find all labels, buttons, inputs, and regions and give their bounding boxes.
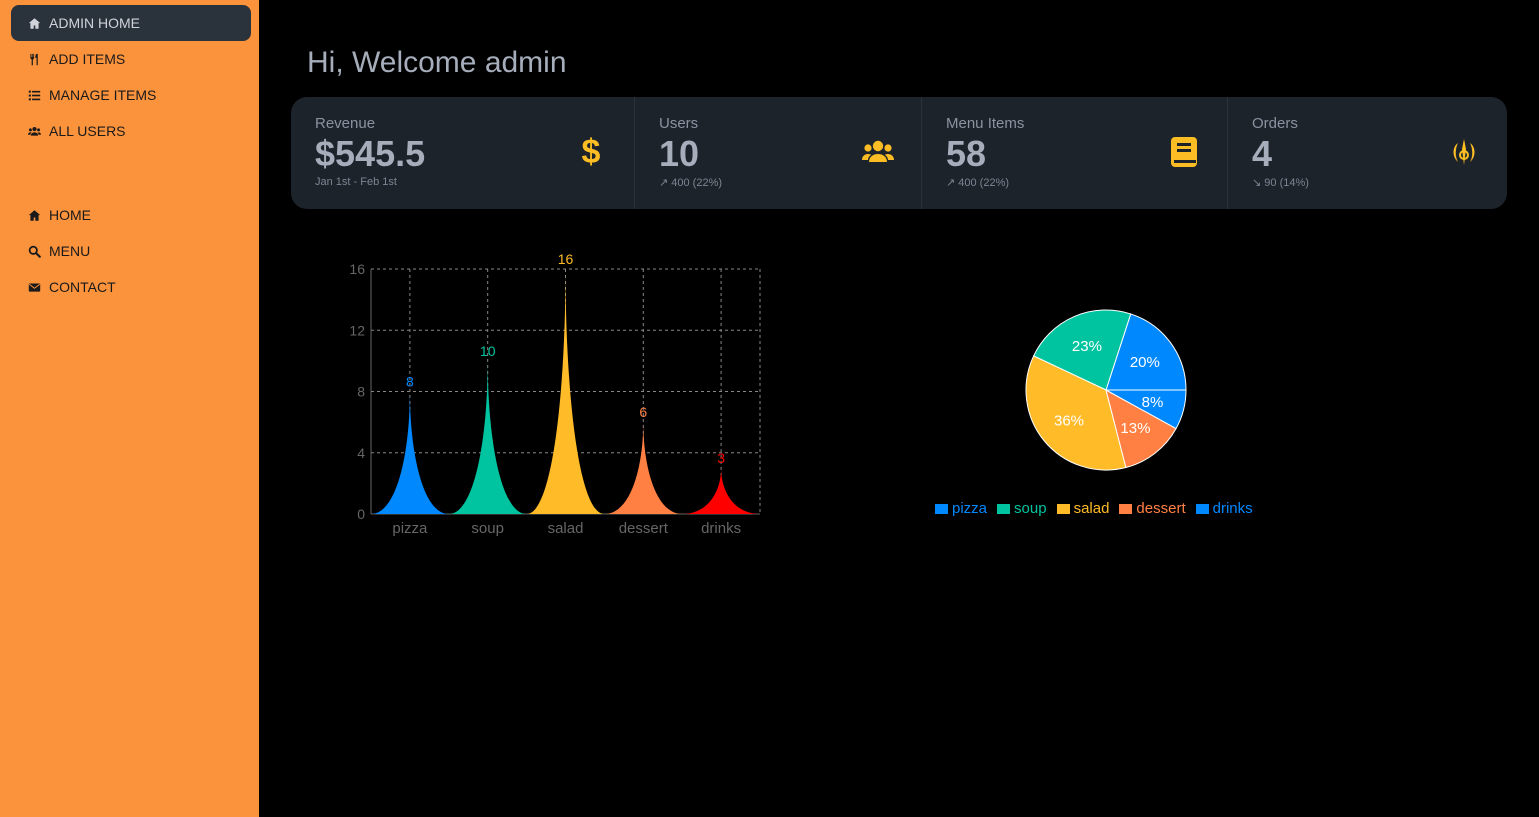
users-icon bbox=[27, 124, 41, 138]
sidebar-item-label: MENU bbox=[49, 243, 91, 259]
bar-drinks[interactable] bbox=[682, 468, 760, 514]
stats-panel: Revenue $545.5 Jan 1st - Feb 1st $ Users… bbox=[291, 97, 1507, 209]
y-tick-label: 16 bbox=[349, 261, 365, 277]
pie-slice-label: 8% bbox=[1142, 394, 1164, 411]
stat-value: 58 bbox=[946, 133, 987, 174]
pie-slice-label: 20% bbox=[1130, 354, 1160, 371]
pie-slice-label: 36% bbox=[1054, 413, 1084, 430]
sidebar-item-contact[interactable]: CONTACT bbox=[11, 269, 251, 305]
utensils-icon bbox=[27, 52, 41, 66]
stat-orders: Orders 4 ↘︎ 90 (14%) bbox=[1227, 97, 1507, 209]
category-bar-chart: 0 4 8 12 16 8 pizza 10 soup 16 salad 6 dessert 3 drink… bbox=[339, 248, 779, 548]
legend-item: dessert bbox=[1119, 500, 1186, 517]
pie-slice-label: 13% bbox=[1120, 420, 1150, 437]
bar-value-label: 8 bbox=[406, 374, 414, 390]
book-icon bbox=[1167, 135, 1201, 169]
legend-item: drinks bbox=[1195, 500, 1253, 517]
sidebar-item-admin-home[interactable]: ADMIN HOME bbox=[11, 5, 251, 41]
dollar-icon: $ bbox=[574, 135, 608, 169]
bar-value-label: 6 bbox=[639, 404, 647, 420]
search-icon bbox=[27, 244, 41, 258]
legend-label: drinks bbox=[1212, 500, 1253, 517]
legend-swatch bbox=[935, 503, 948, 514]
main-content: Hi, Welcome admin Revenue $545.5 Jan 1st… bbox=[259, 0, 1539, 817]
x-tick-label: soup bbox=[471, 520, 504, 537]
pie-chart-svg: 20% 23% 36% 13% 8% bbox=[1025, 309, 1187, 471]
x-tick-label: pizza bbox=[392, 520, 428, 537]
bar-soup[interactable] bbox=[448, 360, 527, 514]
stat-revenue: Revenue $545.5 Jan 1st - Feb 1st $ bbox=[291, 97, 634, 209]
nav-divider bbox=[11, 149, 251, 197]
sidebar-item-all-users[interactable]: ALL USERS bbox=[11, 113, 251, 149]
sidebar-item-label: MANAGE ITEMS bbox=[49, 87, 157, 103]
stat-title: Orders bbox=[1252, 115, 1298, 132]
x-tick-label: salad bbox=[548, 520, 584, 537]
pie-legend: pizza soup salad dessert drinks bbox=[935, 500, 1253, 517]
stat-desc: ↘︎ 90 (14%) bbox=[1252, 177, 1309, 189]
sidebar-item-label: ADD ITEMS bbox=[49, 51, 126, 67]
home-icon bbox=[27, 16, 41, 30]
sidebar-item-home[interactable]: HOME bbox=[11, 197, 251, 233]
home-icon bbox=[27, 208, 41, 222]
stat-menu-items: Menu Items 58 ↗︎ 400 (22%) bbox=[921, 97, 1227, 209]
bar-salad[interactable] bbox=[526, 269, 605, 514]
sidebar-item-label: ALL USERS bbox=[49, 123, 126, 139]
legend-label: dessert bbox=[1136, 500, 1186, 517]
sidebar-item-label: ADMIN HOME bbox=[49, 15, 140, 31]
stat-title: Revenue bbox=[315, 115, 376, 132]
bar-value-label: 16 bbox=[558, 251, 574, 267]
bar-chart-svg: 0 4 8 12 16 8 pizza 10 soup 16 salad 6 dessert 3 drink… bbox=[349, 251, 761, 537]
y-tick-label: 0 bbox=[357, 506, 365, 522]
sidebar: ADMIN HOME ADD ITEMS MANAGE ITEMS ALL US… bbox=[0, 0, 259, 817]
stat-title: Users bbox=[659, 115, 699, 132]
y-tick-label: 4 bbox=[357, 445, 365, 461]
bar-value-label: 3 bbox=[717, 450, 725, 466]
legend-swatch bbox=[997, 503, 1011, 514]
stat-value: $545.5 bbox=[315, 133, 426, 174]
legend-item: salad bbox=[1056, 500, 1110, 517]
legend-item: soup bbox=[997, 500, 1047, 517]
sidebar-item-add-items[interactable]: ADD ITEMS bbox=[11, 41, 251, 77]
jedi-icon bbox=[1447, 135, 1481, 169]
x-tick-label: dessert bbox=[619, 520, 669, 537]
bar-value-label: 10 bbox=[480, 343, 496, 359]
stat-users: Users 10 ↗︎ 400 (22%) bbox=[634, 97, 921, 209]
envelope-icon bbox=[27, 280, 41, 294]
bar-dessert[interactable] bbox=[604, 422, 683, 514]
list-icon bbox=[27, 88, 41, 102]
pie-slice-label: 23% bbox=[1072, 338, 1102, 355]
legend-label: salad bbox=[1073, 500, 1110, 517]
admin-nav: ADMIN HOME ADD ITEMS MANAGE ITEMS ALL US… bbox=[0, 0, 259, 305]
page-title: Hi, Welcome admin bbox=[307, 46, 567, 79]
legend-label: soup bbox=[1014, 500, 1047, 517]
legend-label: pizza bbox=[952, 500, 988, 517]
stat-desc: Jan 1st - Feb 1st bbox=[315, 176, 397, 188]
legend-swatch bbox=[1119, 503, 1133, 514]
stat-desc: ↗︎ 400 (22%) bbox=[946, 177, 1010, 189]
sidebar-item-label: CONTACT bbox=[49, 279, 116, 295]
x-tick-label: drinks bbox=[701, 520, 741, 537]
sidebar-item-manage-items[interactable]: MANAGE ITEMS bbox=[11, 77, 251, 113]
legend-swatch bbox=[1056, 503, 1070, 514]
y-tick-label: 8 bbox=[357, 384, 365, 400]
stat-title: Menu Items bbox=[946, 115, 1025, 132]
svg-text:$: $ bbox=[582, 135, 601, 169]
legend-item: pizza bbox=[935, 500, 987, 517]
sidebar-item-menu[interactable]: MENU bbox=[11, 233, 251, 269]
legend-swatch bbox=[1195, 503, 1209, 514]
stat-desc: ↗︎ 400 (22%) bbox=[659, 177, 723, 189]
y-tick-label: 12 bbox=[349, 322, 365, 338]
users-icon bbox=[861, 135, 895, 169]
sidebar-item-label: HOME bbox=[49, 207, 91, 223]
